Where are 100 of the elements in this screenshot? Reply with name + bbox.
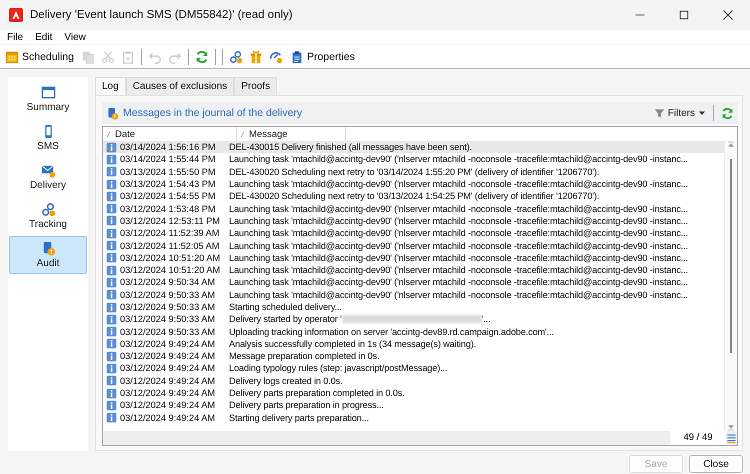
dropdown-arrow-icon (698, 109, 706, 117)
info-icon (106, 154, 117, 165)
log-row[interactable]: 03/13/2024 1:54:43 PM Launching task 'mtachild@accintg-dev90' ('nlserver mtachild -noconsole -tracefile:mtachild@accintg-dev90 -instanc... (103, 178, 724, 190)
message-cell: Launching task 'mtachild@accintg-dev90' ('nlserver mtachild -noconsole -tracefile:mtachild@accintg-dev90 -instanc... (229, 204, 688, 214)
sidebar-item[interactable]: Summary (9, 80, 87, 118)
log-row[interactable]: 03/12/2024 9:50:33 AM Launching task 'mtachild@accintg-dev90' ('nlserver mtachild -noconsole -tracefile:mtachild@accintg-dev90 -instanc... (103, 288, 724, 301)
link-icon[interactable] (228, 50, 243, 64)
gauge-icon[interactable] (268, 50, 283, 64)
tab[interactable]: Log (95, 77, 126, 95)
log-row[interactable]: 03/12/2024 11:52:39 AM Launching task 'mtachild@accintg-dev90' ('nlserver mtachild -noconsole -tracefile:mtachild@accintg-dev90 -instanc... (103, 227, 724, 240)
date-cell: 03/12/2024 9:50:34 AM (120, 277, 216, 288)
date-cell: 03/12/2024 9:50:33 AM (120, 290, 216, 300)
log-row[interactable]: 03/12/2024 9:49:24 AM Delivery logs created in 0.0s. (103, 374, 724, 387)
sidebar-item[interactable]: Delivery (9, 158, 87, 196)
date-cell: 03/12/2024 12:53:11 PM (120, 216, 220, 226)
menu-item[interactable]: View (64, 32, 86, 42)
log-row[interactable]: 03/12/2024 11:52:05 AM Launching task 'mtachild@accintg-dev90' ('nlserver mtachild -noconsole -tracefile:mtachild@accintg-dev90 -instanc... (103, 239, 724, 252)
log-row[interactable]: 03/12/2024 1:54:55 PM DEL-430020 Scheduling next retry to '03/13/2024 1:54:25 PM' (delivery of identifier '1206770'). (103, 190, 724, 202)
dialog-button[interactable]: Close (689, 455, 743, 473)
toolbar-button[interactable]: Scheduling (4, 50, 75, 64)
log-row[interactable]: 03/14/2024 1:56:16 PM DEL-430015 Delivery finished (all messages have been sent). (103, 141, 724, 154)
date-cell: 03/12/2024 10:51:20 AM (120, 252, 220, 263)
date-cell: 03/12/2024 9:50:33 AM (120, 314, 216, 324)
maximize-icon[interactable] (678, 9, 690, 21)
message-cell: Launching task 'mtachild@accintg-dev90' ('nlserver mtachild -noconsole -tracefile:mtachild@accintg-dev90 -instanc... (229, 277, 688, 288)
filters-button[interactable]: Filters (654, 108, 706, 118)
info-icon (106, 252, 117, 264)
date-cell: 03/12/2024 11:52:05 AM (120, 240, 220, 251)
toolbar-button[interactable]: Properties (288, 50, 356, 64)
message-cell: DEL-430020 Scheduling next retry to '03/13/2024 1:54:25 PM' (delivery of identifier '1206770'). (229, 191, 600, 202)
log-row[interactable]: 03/12/2024 10:51:20 AM Launching task 'mtachild@accintg-dev90' ('nlserver mtachild -noconsole -tracefile:mtachild@accintg-dev90 -instanc... (103, 264, 724, 276)
log-row[interactable]: 03/12/2024 9:49:24 AM Analysis successfully completed in 1s (34 message(s) waiting). (103, 338, 724, 350)
log-row[interactable]: 03/12/2024 9:49:24 AM Delivery parts preparation completed in 0.0s. (103, 386, 724, 400)
date-cell: 03/13/2024 1:54:43 PM (120, 179, 216, 190)
clipboard-icon (290, 50, 304, 64)
date-cell: 03/12/2024 9:49:24 AM (120, 338, 216, 349)
list-menu-icon[interactable] (726, 432, 737, 444)
scroll-top-icon[interactable] (727, 141, 735, 149)
info-icon (106, 350, 117, 362)
info-icon (106, 215, 117, 226)
message-cell: Launching task 'mtachild@accintg-dev90' ('nlserver mtachild -noconsole -tracefile:mtachild@accintg-dev90 -instanc... (229, 216, 688, 226)
sidebar-item[interactable]: Tracking (9, 197, 87, 235)
log-row[interactable]: 03/12/2024 9:50:33 AM Starting scheduled delivery... (103, 300, 724, 314)
row-count: 49 / 49 (670, 431, 726, 445)
info-icon (106, 388, 117, 399)
message-cell: Launching task 'mtachild@accintg-dev90' ('nlserver mtachild -noconsole -tracefile:mtachild@accintg-dev90 -instanc... (229, 265, 688, 276)
refresh-icon[interactable] (194, 50, 209, 64)
info-icon (106, 178, 117, 190)
sidebar-item[interactable]: Audit (9, 236, 87, 274)
log-row[interactable]: 03/13/2024 1:55:50 PM DEL-430020 Scheduling next retry to '03/14/2024 1:55:20 PM' (delivery of identifier '1206770'). (103, 166, 724, 178)
log-row[interactable]: 03/12/2024 10:51:20 AM Launching task 'mtachild@accintg-dev90' ('nlserver mtachild -noconsole -tracefile:mtachild@accintg-dev90 -instanc... (103, 252, 724, 264)
date-cell: 03/12/2024 1:53:48 PM (120, 204, 216, 214)
log-row[interactable]: 03/12/2024 9:49:24 AM Message preparation completed in 0s. (103, 350, 724, 362)
tab[interactable]: Proofs (234, 77, 278, 95)
info-icon (106, 338, 117, 350)
refresh-icon[interactable] (721, 106, 734, 120)
scroll-bottom-icon[interactable] (727, 423, 735, 431)
gift-icon[interactable] (248, 50, 263, 64)
message-cell: Launching task 'mtachild@accintg-dev90' ('nlserver mtachild -noconsole -tracefile:mtachild@accintg-dev90 -instanc... (229, 290, 688, 300)
menu-item[interactable]: Edit (35, 32, 52, 42)
log-row[interactable]: 03/12/2024 9:49:24 AM Loading typology rules (step: javascript/postMessage)... (103, 362, 724, 375)
info-icon (106, 400, 117, 411)
info-icon (106, 276, 117, 288)
date-cell: 03/12/2024 1:54:55 PM (120, 191, 216, 202)
info-icon (106, 142, 117, 153)
date-cell: 03/12/2024 9:49:24 AM (120, 351, 216, 362)
menu-item[interactable]: File (7, 32, 24, 42)
tab[interactable]: Causes of exclusions (126, 77, 234, 95)
app-logo-icon (8, 7, 24, 23)
sidebar-item[interactable]: SMS (9, 119, 87, 157)
info-icon (106, 314, 117, 325)
log-row[interactable]: 03/12/2024 12:53:11 PM Launching task 'mtachild@accintg-dev90' ('nlserver mtachild -noconsole -tracefile:mtachild@accintg-dev90 -instanc... (103, 214, 724, 228)
log-row[interactable]: 03/14/2024 1:55:44 PM Launching task 'mtachild@accintg-dev90' ('nlserver mtachild -noconsole -tracefile:mtachild@accintg-dev90 -instanc... (103, 153, 724, 166)
log-row[interactable]: 03/12/2024 9:49:24 AM Starting delivery parts preparation... (103, 412, 724, 424)
scrollbar-thumb[interactable] (730, 159, 732, 353)
info-icon (106, 264, 117, 276)
close-icon[interactable] (722, 9, 734, 21)
log-row[interactable]: 03/12/2024 9:50:33 AM Delivery started by operator ' '... (103, 313, 724, 326)
date-cell: 03/12/2024 9:49:24 AM (120, 388, 216, 398)
sort-mark-icon (240, 132, 245, 136)
log-row[interactable]: 03/12/2024 1:53:48 PM Launching task 'mtachild@accintg-dev90' ('nlserver mtachild -noconsole -tracefile:mtachild@accintg-dev90 -instanc... (103, 202, 724, 215)
window-title: Delivery 'Event launch SMS (DM55842)' (read only) (30, 9, 294, 21)
message-cell: Launching task 'mtachild@accintg-dev90' ('nlserver mtachild -noconsole -tracefile:mtachild@accintg-dev90 -instanc... (229, 179, 688, 190)
info-icon (106, 166, 117, 178)
date-cell: 03/12/2024 9:49:24 AM (120, 376, 216, 386)
info-icon (106, 362, 117, 374)
log-row[interactable]: 03/12/2024 9:50:34 AM Launching task 'mtachild@accintg-dev90' ('nlserver mtachild -noconsole -tracefile:mtachild@accintg-dev90 -instanc... (103, 276, 724, 289)
date-cell: 03/12/2024 11:52:39 AM (120, 228, 220, 238)
date-cell: 03/12/2024 9:49:24 AM (120, 412, 216, 423)
message-cell: Delivery started by operator ' '... (229, 314, 490, 324)
date-cell: 03/12/2024 9:49:24 AM (120, 363, 216, 374)
audit-icon (106, 106, 119, 120)
date-cell: 03/14/2024 1:55:44 PM (120, 154, 216, 164)
log-row[interactable]: 03/12/2024 9:50:33 AM Uploading tracking information on server 'accintg-dev89.rd.campaign.adobe.com'... (103, 325, 724, 338)
sort-mark-icon (106, 132, 111, 136)
log-row[interactable]: 03/12/2024 9:49:24 AM Delivery parts preparation in progress... (103, 399, 724, 412)
info-icon (106, 203, 117, 214)
calendar-icon (5, 50, 19, 64)
message-cell: Loading typology rules (step: javascript/postMessage)... (229, 363, 448, 374)
message-cell: Launching task 'mtachild@accintg-dev90' ('nlserver mtachild -noconsole -tracefile:mtachild@accintg-dev90 -instanc... (229, 228, 688, 238)
